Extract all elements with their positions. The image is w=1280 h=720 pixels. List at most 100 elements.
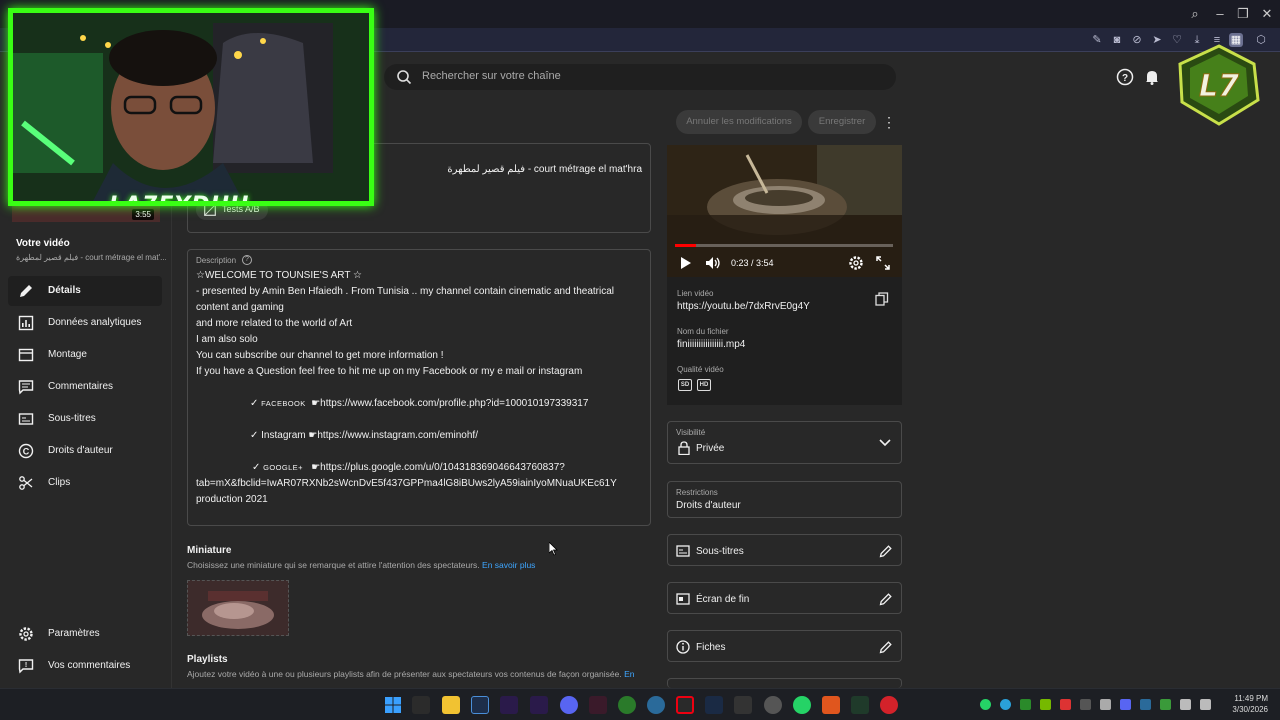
search-input[interactable]: Rechercher sur votre chaîne: [422, 70, 561, 82]
camera-icon[interactable]: ◙: [1110, 33, 1124, 47]
visibility-select[interactable]: Visibilité Privée: [667, 421, 902, 464]
thumbnail-option[interactable]: [187, 580, 289, 636]
thumbnail-title: Miniature: [187, 545, 232, 556]
restrictions-field[interactable]: Restrictions Droits d'auteur: [667, 481, 902, 518]
app-icon[interactable]: [880, 696, 898, 714]
search-icon[interactable]: ⌕: [1186, 5, 1204, 23]
comments-icon: [18, 380, 34, 395]
restrictions-label: Restrictions: [676, 488, 718, 497]
nvidia-icon[interactable]: [1040, 699, 1051, 710]
folder-icon[interactable]: [442, 696, 460, 714]
tray-icon[interactable]: [1160, 699, 1171, 710]
end-screen-icon: [676, 593, 690, 605]
app-icon[interactable]: [589, 696, 607, 714]
whatsapp-icon[interactable]: [793, 696, 811, 714]
description-line: content and gaming: [196, 302, 284, 313]
sd-badge: SD: [678, 379, 692, 391]
tray-icon[interactable]: [1060, 699, 1071, 710]
learn-more-link[interactable]: En: [624, 669, 634, 679]
tray-icon[interactable]: [1140, 699, 1151, 710]
pencil-icon[interactable]: [879, 544, 893, 558]
tray-icon[interactable]: [1080, 699, 1091, 710]
title-value[interactable]: فيلم قصير لمطهرة - court métrage el mat'…: [447, 164, 642, 175]
send-icon[interactable]: ➤: [1150, 33, 1164, 47]
facebook-line: ✓ FACEBOOK ☛https://www.facebook.com/pro…: [250, 398, 588, 409]
volume-icon[interactable]: [705, 255, 721, 271]
sidebar-item-comments[interactable]: Commentaires: [8, 372, 162, 402]
end-screen-card[interactable]: Écran de fin: [667, 582, 902, 614]
epic-games-icon[interactable]: [412, 696, 430, 714]
channel-search[interactable]: Rechercher sur votre chaîne: [384, 64, 896, 90]
svg-text:?: ?: [1122, 73, 1128, 84]
headset-icon[interactable]: [1100, 699, 1111, 710]
discord-icon[interactable]: [560, 696, 578, 714]
whatsapp-tray-icon[interactable]: [980, 699, 991, 710]
restrictions-value: Droits d'auteur: [676, 500, 741, 511]
lightroom-icon[interactable]: [471, 696, 489, 714]
sidebar-item-label: Montage: [48, 349, 87, 360]
learn-more-link[interactable]: En savoir plus: [482, 560, 535, 570]
scissors-icon: [19, 476, 33, 490]
steam-icon[interactable]: [705, 696, 723, 714]
sidebar-item-settings[interactable]: Paramètres: [8, 619, 162, 649]
microphone-icon[interactable]: [1180, 699, 1191, 710]
sidebar-item-label: Détails: [48, 285, 81, 296]
gear-icon[interactable]: [848, 255, 864, 271]
xbox-icon[interactable]: [618, 696, 636, 714]
check-mark: ✓: [252, 462, 261, 473]
video-player[interactable]: 0:23 / 3:54: [667, 145, 902, 277]
after-effects-icon[interactable]: [500, 696, 518, 714]
bell-icon[interactable]: [1143, 68, 1161, 86]
speaker-icon[interactable]: [1200, 699, 1211, 710]
video-link[interactable]: https://youtu.be/7dxRrvE0g4Y: [677, 301, 810, 312]
save-button[interactable]: Enregistrer: [808, 110, 876, 134]
google-name: GOOGLE+: [263, 463, 303, 472]
lock-icon: [678, 441, 690, 455]
sidebar-item-clips[interactable]: Clips: [8, 468, 162, 498]
sidebar-item-subtitles[interactable]: Sous-titres: [8, 404, 162, 434]
app-icon[interactable]: [734, 696, 752, 714]
obs-icon[interactable]: [764, 696, 782, 714]
close-icon[interactable]: ✕: [1258, 5, 1276, 23]
cancel-changes-button[interactable]: Annuler les modifications: [676, 110, 802, 134]
premiere-icon[interactable]: [530, 696, 548, 714]
progress-bar[interactable]: [675, 244, 893, 247]
subtitles-card[interactable]: Sous-titres: [667, 534, 902, 566]
minimize-icon[interactable]: –: [1211, 5, 1229, 23]
notepad-icon[interactable]: [851, 696, 869, 714]
discord-tray-icon[interactable]: [1120, 699, 1131, 710]
copy-icon[interactable]: [875, 292, 889, 306]
thumbnail-subtitle-text: Choisissez une miniature qui se remarque…: [187, 560, 480, 570]
tray-icon[interactable]: [1020, 699, 1031, 710]
description-field[interactable]: Description ? ☆WELCOME TO TOUNSIE'S ART …: [187, 249, 651, 526]
sidebar-item-editor[interactable]: Montage: [8, 340, 162, 370]
video-info-panel: Lien vidéo https://youtu.be/7dxRrvE0g4Y …: [667, 277, 902, 405]
opera-icon[interactable]: [676, 696, 694, 714]
help-icon[interactable]: ?: [242, 255, 252, 265]
cards-card[interactable]: Fiches: [667, 630, 902, 662]
sidebar-item-feedback[interactable]: ! Vos commentaires: [8, 651, 162, 681]
sidebar-item-analytics[interactable]: Données analytiques: [8, 308, 162, 338]
sidebar-item-details[interactable]: Détails: [8, 276, 162, 306]
description-line: - presented by Amin Ben Hfaiedh . From T…: [196, 286, 614, 297]
fullscreen-icon[interactable]: [875, 255, 891, 271]
brave-icon[interactable]: [822, 696, 840, 714]
sidebar-item-copyright[interactable]: C Droits d'auteur: [8, 436, 162, 466]
edit-page-icon[interactable]: ✎: [1090, 33, 1104, 47]
telegram-tray-icon[interactable]: [1000, 699, 1011, 710]
playlists-subtitle-text: Ajoutez votre vidéo à une ou plusieurs p…: [187, 669, 622, 679]
video-frame: [667, 145, 902, 277]
pencil-icon[interactable]: [879, 640, 893, 654]
help-icon[interactable]: ?: [1116, 68, 1134, 86]
pencil-icon[interactable]: [879, 592, 893, 606]
telegram-icon[interactable]: [647, 696, 665, 714]
shield-icon[interactable]: ⊘: [1130, 33, 1144, 47]
facebook-name: FACEBOOK: [261, 399, 306, 408]
svg-text:!: !: [25, 662, 27, 669]
play-icon[interactable]: [677, 255, 693, 271]
windows-start-icon[interactable]: [384, 696, 402, 714]
more-options-icon[interactable]: ⋮: [882, 112, 896, 132]
clock[interactable]: 11:49 PM 3/30/2026: [1226, 693, 1268, 715]
restore-icon[interactable]: ❐: [1234, 5, 1252, 23]
more-card[interactable]: [667, 678, 902, 688]
